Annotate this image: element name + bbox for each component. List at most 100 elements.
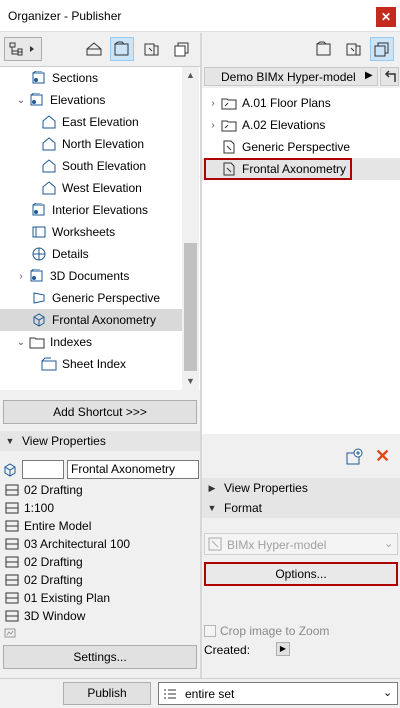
view-property-value: 1:100 xyxy=(24,501,55,515)
publisher-item[interactable]: Generic Perspective xyxy=(202,136,400,158)
layout-book-icon xyxy=(345,41,363,57)
tree-item[interactable]: › 3D Documents xyxy=(0,265,182,287)
camera-icon xyxy=(4,627,16,639)
tree-item[interactable]: East Elevation xyxy=(0,111,182,133)
scroll-down-icon[interactable]: ▼ xyxy=(182,373,199,390)
tree-item-label: 3D Documents xyxy=(50,269,130,283)
publisher-item[interactable]: › A.02 Elevations xyxy=(202,114,400,136)
publisher-item[interactable]: › A.01 Floor Plans xyxy=(202,92,400,114)
publisher-set-selector[interactable]: Demo BIMx Hyper-model ▶ xyxy=(204,67,378,86)
new-item-icon[interactable] xyxy=(345,448,363,466)
crop-image-checkbox[interactable] xyxy=(204,625,216,637)
view-property-value: 03 Architectural 100 xyxy=(24,537,131,551)
view-properties-header[interactable]: ▼ View Properties xyxy=(0,431,200,451)
settings-button[interactable]: Settings... xyxy=(3,645,197,669)
publish-button[interactable]: Publish xyxy=(63,682,151,705)
collapse-arrow-icon: ▼ xyxy=(5,436,15,446)
tree-item[interactable]: Sheet Index xyxy=(0,353,182,375)
view-property-value: 3D Window xyxy=(24,609,86,623)
view-property-row: 3D Window xyxy=(0,607,200,625)
tree-item[interactable]: Generic Perspective xyxy=(0,287,182,309)
view-property-row: 01 Existing Plan xyxy=(0,589,200,607)
tree-item-label: Frontal Axonometry xyxy=(52,313,157,327)
scroll-thumb[interactable] xyxy=(184,243,197,371)
tree-item[interactable]: ⌄ Indexes xyxy=(0,331,182,353)
tree-item[interactable]: South Elevation xyxy=(0,155,182,177)
right-publisher-sets-button[interactable] xyxy=(370,37,394,61)
publisher-tree: › A.01 Floor Plans › A.02 Elevations Generic… xyxy=(202,88,400,434)
tree-item[interactable]: Sections xyxy=(0,67,182,89)
options-button[interactable]: Options... xyxy=(204,562,398,586)
view-property-row: 02 Drafting xyxy=(0,571,200,589)
cube-icon xyxy=(3,463,17,477)
publisher-sets-icon xyxy=(173,41,191,57)
worksheet-icon xyxy=(30,224,48,240)
tree-item[interactable]: Interior Elevations xyxy=(0,199,182,221)
crop-image-row[interactable]: Crop image to Zoom xyxy=(204,624,400,640)
layout-book-button[interactable] xyxy=(140,37,164,61)
elevation-view-icon xyxy=(40,136,58,152)
right-view-map-button[interactable] xyxy=(312,37,336,61)
expander-icon[interactable]: › xyxy=(14,271,28,282)
delete-icon[interactable]: ✕ xyxy=(375,447,390,465)
renovation-icon xyxy=(4,591,20,605)
right-toolbar xyxy=(202,33,400,66)
publisher-sets-button[interactable] xyxy=(170,37,194,61)
tree-item-label: Generic Perspective xyxy=(52,291,161,305)
elevation-view-icon xyxy=(40,158,58,174)
section-icon xyxy=(30,70,48,86)
add-shortcut-button[interactable]: Add Shortcut >>> xyxy=(3,400,197,424)
view-property-row: Entire Model xyxy=(0,517,200,535)
expander-icon[interactable]: › xyxy=(206,120,220,131)
publisher-item-label: Generic Perspective xyxy=(242,140,351,154)
go-up-button[interactable] xyxy=(380,67,399,86)
right-layout-book-button[interactable] xyxy=(342,37,366,61)
view-property-value: 02 Drafting xyxy=(24,555,83,569)
expander-icon[interactable]: ⌄ xyxy=(14,95,28,106)
axonometry-icon xyxy=(30,312,48,328)
publish-scope-value: entire set xyxy=(185,687,235,701)
format-dropdown[interactable]: BIMx Hyper-model ⌄ xyxy=(204,533,398,555)
3d-document-icon xyxy=(28,268,46,284)
tree-item[interactable]: Details xyxy=(0,243,182,265)
scroll-up-icon[interactable]: ▲ xyxy=(182,67,199,84)
crop-image-label: Crop image to Zoom xyxy=(220,624,330,638)
expander-icon[interactable]: ⌄ xyxy=(14,337,28,348)
tree-item[interactable]: Frontal Axonometry xyxy=(0,309,182,331)
tree-item[interactable]: Worksheets xyxy=(0,221,182,243)
tree-item-label: Worksheets xyxy=(52,225,116,239)
publisher-item[interactable]: Frontal Axonometry xyxy=(202,158,400,180)
interior-elevation-icon xyxy=(30,202,48,218)
view-map-button[interactable] xyxy=(110,37,134,61)
view-map-icon xyxy=(113,41,131,57)
elevation-icon xyxy=(28,92,46,108)
created-label: Created: xyxy=(204,643,251,657)
tree-options-button[interactable] xyxy=(4,37,42,61)
scale-icon xyxy=(4,501,20,515)
left-tree-scrollbar[interactable]: ▲ ▼ xyxy=(182,67,199,391)
folder-shortcut-icon xyxy=(220,95,238,111)
chevron-down-icon: ⌄ xyxy=(383,687,393,699)
chevron-down-icon: ⌄ xyxy=(384,538,394,550)
list-icon xyxy=(163,687,177,701)
publish-scope-dropdown[interactable]: entire set ⌄ xyxy=(158,682,398,705)
publisher-item-label: A.02 Elevations xyxy=(242,118,326,132)
view-name-field[interactable]: Frontal Axonometry xyxy=(67,460,199,479)
tree-item[interactable]: ⌄ Elevations xyxy=(0,89,182,111)
tree-item-label: Details xyxy=(52,247,89,261)
created-play-button[interactable]: ▶ xyxy=(276,642,290,656)
structure-icon xyxy=(4,519,20,533)
expander-icon[interactable]: › xyxy=(206,98,220,109)
close-button[interactable]: ✕ xyxy=(376,7,396,27)
view-property-row: 02 Drafting xyxy=(0,553,200,571)
title-bar: Organizer - Publisher ✕ xyxy=(0,0,400,32)
tree-item[interactable]: West Elevation xyxy=(0,177,182,199)
tree-item-label: Elevations xyxy=(50,93,106,107)
tree-item[interactable]: North Elevation xyxy=(0,133,182,155)
bimx-icon xyxy=(208,537,222,551)
view-id-field[interactable] xyxy=(22,460,64,479)
format-header[interactable]: ▼ Format xyxy=(202,498,400,518)
right-view-properties-header[interactable]: ▶ View Properties xyxy=(202,478,400,498)
project-map-button[interactable] xyxy=(82,37,106,61)
created-row: Created: ▶ xyxy=(204,642,400,658)
